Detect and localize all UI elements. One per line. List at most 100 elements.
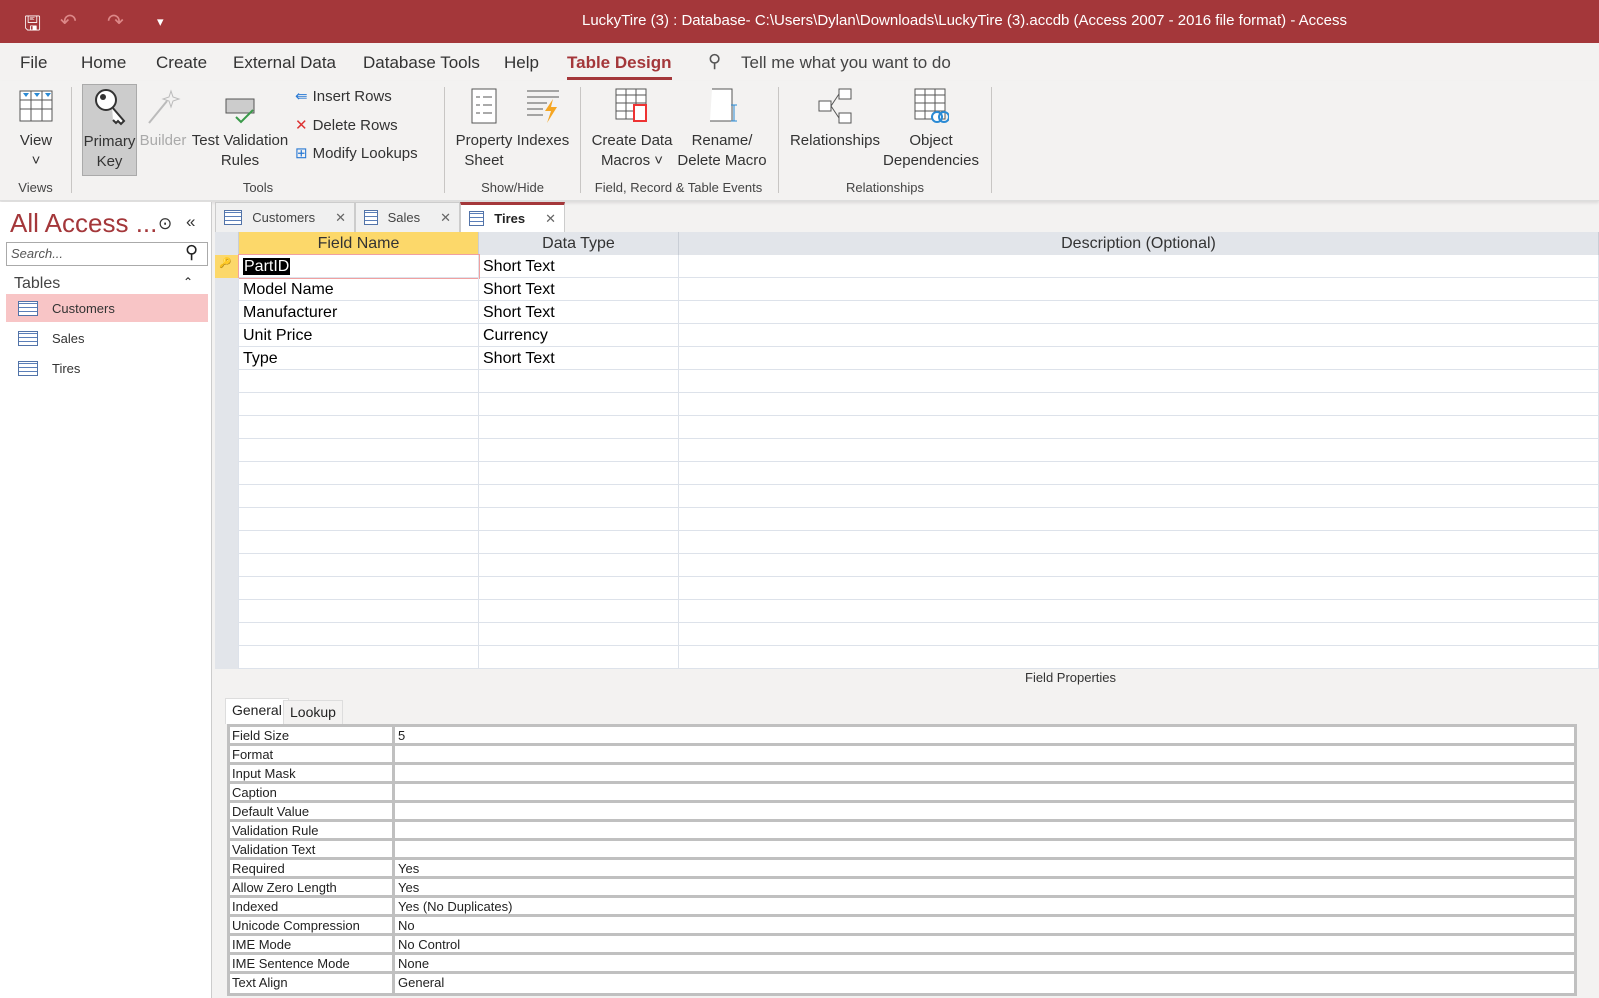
field-name-cell[interactable] bbox=[239, 623, 479, 646]
property-value[interactable] bbox=[395, 765, 1574, 781]
delete-rows-button[interactable]: ✕ Delete Rows bbox=[295, 116, 398, 135]
property-value[interactable] bbox=[395, 784, 1574, 800]
doc-tab-sales[interactable]: Sales ✕ bbox=[355, 202, 460, 232]
data-type-cell[interactable] bbox=[479, 370, 679, 393]
header-description[interactable]: Description (Optional) bbox=[679, 232, 1599, 255]
data-type-cell[interactable]: Short Text bbox=[479, 278, 679, 301]
object-dependencies-button[interactable]: Object Dependencies bbox=[882, 87, 980, 171]
nav-item-sales[interactable]: Sales bbox=[6, 324, 208, 352]
row-selector[interactable] bbox=[215, 439, 239, 462]
test-validation-rules-button[interactable]: Test Validation Rules bbox=[190, 87, 290, 171]
description-cell[interactable] bbox=[679, 485, 1599, 508]
field-name-cell[interactable] bbox=[239, 577, 479, 600]
data-type-cell[interactable] bbox=[479, 577, 679, 600]
tab-file[interactable]: File bbox=[20, 53, 47, 73]
description-cell[interactable] bbox=[679, 531, 1599, 554]
tab-help[interactable]: Help bbox=[504, 53, 539, 73]
close-icon[interactable]: ✕ bbox=[545, 211, 556, 227]
field-name-cell[interactable]: Type bbox=[239, 347, 479, 370]
property-value[interactable]: No Control bbox=[395, 936, 1574, 952]
field-name-cell[interactable] bbox=[239, 370, 479, 393]
property-value[interactable] bbox=[395, 803, 1574, 819]
property-value[interactable]: No bbox=[395, 917, 1574, 933]
indexes-button[interactable]: Indexes bbox=[515, 87, 571, 151]
data-type-cell[interactable] bbox=[479, 508, 679, 531]
collapse-section-icon[interactable]: ⌃ bbox=[183, 275, 193, 289]
create-data-macros-button[interactable]: Create Data Macros ˅ bbox=[588, 87, 676, 171]
data-type-cell[interactable] bbox=[479, 623, 679, 646]
row-selector[interactable] bbox=[215, 370, 239, 393]
property-value[interactable] bbox=[395, 822, 1574, 838]
field-name-cell[interactable] bbox=[239, 393, 479, 416]
description-cell[interactable] bbox=[679, 623, 1599, 646]
row-selector[interactable] bbox=[215, 623, 239, 646]
property-value[interactable]: General bbox=[395, 974, 1574, 993]
row-selector[interactable] bbox=[215, 393, 239, 416]
tab-home[interactable]: Home bbox=[81, 53, 126, 73]
description-cell[interactable] bbox=[679, 416, 1599, 439]
property-value[interactable]: None bbox=[395, 955, 1574, 971]
field-name-cell[interactable] bbox=[239, 554, 479, 577]
select-all-corner[interactable] bbox=[215, 232, 239, 255]
data-type-cell[interactable]: Short Text bbox=[479, 255, 679, 278]
property-value[interactable]: Yes bbox=[395, 879, 1574, 895]
property-value[interactable]: Yes (No Duplicates) bbox=[395, 898, 1574, 914]
row-selector[interactable] bbox=[215, 278, 239, 301]
nav-item-tires[interactable]: Tires bbox=[6, 354, 208, 382]
tab-table-design[interactable]: Table Design bbox=[567, 53, 672, 80]
data-type-cell[interactable] bbox=[479, 531, 679, 554]
tell-me-input[interactable]: Tell me what you want to do bbox=[741, 53, 951, 73]
header-field-name[interactable]: Field Name bbox=[239, 232, 479, 255]
primary-key-button[interactable]: Primary Key bbox=[82, 84, 137, 176]
doc-tab-customers[interactable]: Customers ✕ bbox=[215, 202, 355, 232]
field-name-cell[interactable] bbox=[239, 600, 479, 623]
row-selector[interactable]: 🔑 bbox=[215, 255, 239, 278]
row-selector[interactable] bbox=[215, 347, 239, 370]
nav-menu-dropdown-icon[interactable]: ⊙ bbox=[158, 214, 172, 234]
collapse-pane-icon[interactable]: « bbox=[186, 212, 195, 232]
description-cell[interactable] bbox=[679, 646, 1599, 669]
property-value[interactable]: Yes bbox=[395, 860, 1574, 876]
row-selector[interactable] bbox=[215, 600, 239, 623]
field-name-cell[interactable] bbox=[239, 416, 479, 439]
tab-lookup[interactable]: Lookup bbox=[283, 700, 343, 724]
description-cell[interactable] bbox=[679, 577, 1599, 600]
description-cell[interactable] bbox=[679, 255, 1599, 278]
description-cell[interactable] bbox=[679, 439, 1599, 462]
field-name-cell[interactable] bbox=[239, 462, 479, 485]
tab-create[interactable]: Create bbox=[156, 53, 207, 73]
property-value[interactable] bbox=[395, 746, 1574, 762]
property-value[interactable]: 5 bbox=[395, 727, 1574, 743]
row-selector[interactable] bbox=[215, 646, 239, 669]
field-name-cell[interactable] bbox=[239, 485, 479, 508]
row-selector[interactable] bbox=[215, 324, 239, 347]
row-selector[interactable] bbox=[215, 508, 239, 531]
doc-tab-tires[interactable]: Tires ✕ bbox=[460, 202, 565, 232]
data-type-cell[interactable] bbox=[479, 600, 679, 623]
field-name-cell[interactable] bbox=[239, 531, 479, 554]
field-name-cell[interactable]: Unit Price bbox=[239, 324, 479, 347]
nav-pane-title[interactable]: All Access ... bbox=[10, 208, 157, 239]
data-type-cell[interactable] bbox=[479, 439, 679, 462]
nav-search-input[interactable]: Search... bbox=[6, 242, 208, 266]
tab-database-tools[interactable]: Database Tools bbox=[363, 53, 480, 73]
description-cell[interactable] bbox=[679, 370, 1599, 393]
rename-delete-macro-button[interactable]: Rename/Delete Macro bbox=[675, 87, 769, 171]
modify-lookups-button[interactable]: ⊞ Modify Lookups bbox=[295, 144, 418, 163]
row-selector[interactable] bbox=[215, 462, 239, 485]
row-selector[interactable] bbox=[215, 531, 239, 554]
data-type-cell[interactable] bbox=[479, 485, 679, 508]
description-cell[interactable] bbox=[679, 301, 1599, 324]
tab-general[interactable]: General bbox=[225, 698, 289, 724]
relationships-button[interactable]: Relationships bbox=[788, 87, 882, 151]
close-icon[interactable]: ✕ bbox=[440, 210, 451, 226]
row-selector[interactable] bbox=[215, 577, 239, 600]
row-selector[interactable] bbox=[215, 301, 239, 324]
view-button[interactable]: View ˅ bbox=[12, 87, 60, 171]
data-type-cell[interactable]: Short Text bbox=[479, 347, 679, 370]
field-name-cell[interactable] bbox=[239, 646, 479, 669]
property-value[interactable] bbox=[395, 841, 1574, 857]
row-selector[interactable] bbox=[215, 485, 239, 508]
tables-section-header[interactable]: Tables bbox=[14, 275, 60, 293]
description-cell[interactable] bbox=[679, 554, 1599, 577]
